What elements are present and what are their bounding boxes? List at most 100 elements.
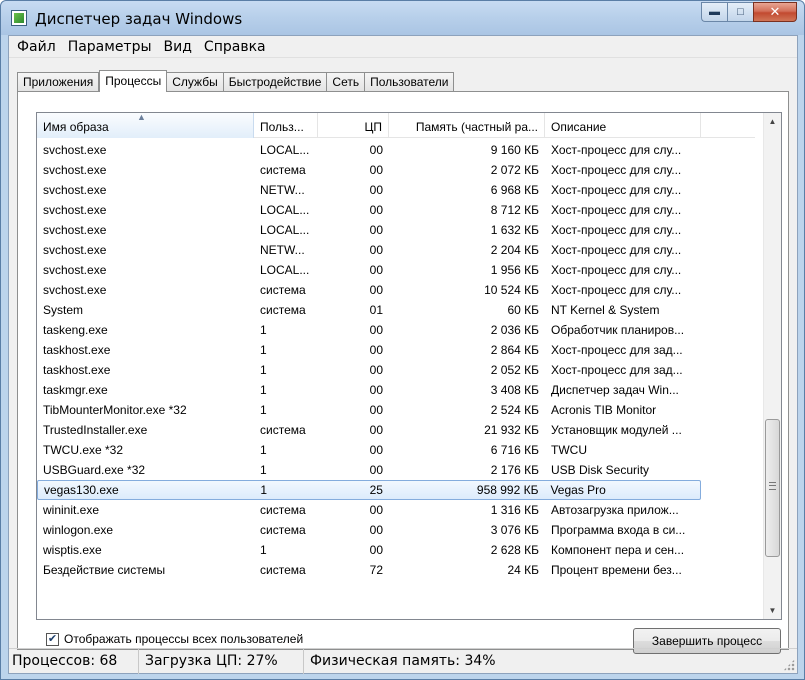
cell-cpu: 01 [369, 303, 383, 317]
table-row[interactable]: winlogon.exe система 00 3 076 КБ Программа в… [37, 520, 755, 540]
table-row[interactable]: System система 01 60 КБ NT Kernel & System [37, 300, 755, 320]
tab-performance[interactable]: Быстродействие [223, 72, 328, 92]
cell-description: Хост-процесс для зад... [551, 343, 683, 357]
table-row[interactable]: TibMounterMonitor.exe *32 1 00 2 524 КБ Acro… [37, 400, 755, 420]
cell-cpu: 00 [369, 203, 383, 217]
cell-image-name: taskhost.exe [43, 363, 111, 377]
cell-image-name: TWCU.exe *32 [43, 443, 124, 457]
window-title: Диспетчер задач Windows [35, 10, 243, 28]
table-row[interactable]: wininit.exe система 00 1 316 КБ Автозагрузка… [37, 500, 755, 520]
task-manager-window: Диспетчер задач Windows ▬ □ ✕ Файл Парам… [0, 0, 805, 680]
cell-cpu: 00 [369, 263, 383, 277]
table-row[interactable]: svchost.exe LOCAL... 00 1 632 КБ Хост-процес… [37, 220, 755, 240]
table-row[interactable]: svchost.exe LOCAL... 00 1 956 КБ Хост-процес… [37, 260, 755, 280]
table-row[interactable]: Бездействие системы система 72 24 КБ Процент… [37, 560, 755, 580]
menu-help[interactable]: Справка [198, 36, 272, 58]
table-row[interactable]: svchost.exe NETW... 00 2 204 КБ Хост-процесс… [37, 240, 755, 260]
table-row[interactable]: taskmgr.exe 1 00 3 408 КБ Диспетчер задач Wi… [37, 380, 755, 400]
table-row[interactable]: taskhost.exe 1 00 2 864 КБ Хост-процесс для … [37, 340, 755, 360]
tab-networking[interactable]: Сеть [327, 72, 366, 92]
column-header-description[interactable]: Описание [545, 113, 701, 138]
column-header-user[interactable]: Польз... [254, 113, 318, 138]
cell-cpu: 00 [369, 523, 383, 537]
client-area: Файл Параметры Вид Справка Приложения Пр… [8, 35, 798, 674]
column-header-memory[interactable]: Память (частный ра... [389, 113, 545, 138]
scrollbar-thumb[interactable] [765, 419, 780, 557]
minimize-button[interactable]: ▬ [701, 2, 727, 22]
column-header-filler [701, 113, 755, 138]
table-row[interactable]: taskeng.exe 1 00 2 036 КБ Обработчик планиро… [37, 320, 755, 340]
table-row[interactable]: USBGuard.exe *32 1 00 2 176 КБ USB Disk Secu… [37, 460, 755, 480]
cell-image-name: taskeng.exe [43, 323, 108, 337]
cell-memory: 60 КБ [507, 303, 539, 317]
menu-view[interactable]: Вид [158, 36, 198, 58]
table-row[interactable]: svchost.exe NETW... 00 6 968 КБ Хост-процесс… [37, 180, 755, 200]
cell-user: система [260, 163, 306, 177]
table-row-selected[interactable]: vegas130.exe 1 25 958 992 КБ Vegas Pro [37, 480, 701, 500]
cell-description: Хост-процесс для слу... [551, 263, 682, 277]
cell-image-name: taskmgr.exe [43, 383, 108, 397]
cell-memory: 10 524 КБ [484, 283, 539, 297]
show-all-users-option[interactable]: ✔ Отображать процессы всех пользователей [46, 632, 303, 646]
table-row[interactable]: svchost.exe LOCAL... 00 8 712 КБ Хост-процес… [37, 200, 755, 220]
cell-image-name: svchost.exe [43, 203, 107, 217]
cell-description: Обработчик планиров... [551, 323, 685, 337]
cell-user: LOCAL... [260, 203, 310, 217]
process-list[interactable]: ▲ Имя образа Польз... ЦП Память (частный… [36, 112, 782, 620]
table-row[interactable]: svchost.exe LOCAL... 00 9 160 КБ Хост-процес… [37, 140, 755, 160]
cell-description: Хост-процесс для слу... [551, 223, 682, 237]
status-bar: Процессов: 68 Загрузка ЦП: 27% Физическа… [9, 648, 797, 674]
close-button[interactable]: ✕ [753, 2, 797, 22]
cell-image-name: svchost.exe [43, 283, 107, 297]
cell-user: LOCAL... [260, 263, 310, 277]
cell-memory: 2 628 КБ [490, 543, 539, 557]
tab-applications[interactable]: Приложения [17, 72, 100, 92]
table-row[interactable]: TWCU.exe *32 1 00 6 716 КБ TWCU [37, 440, 755, 460]
cell-description: NT Kernel & System [551, 303, 660, 317]
tab-users[interactable]: Пользователи [365, 72, 455, 92]
menu-options[interactable]: Параметры [62, 36, 158, 58]
column-header-cpu[interactable]: ЦП [318, 113, 389, 138]
scroll-up-arrow-icon[interactable]: ▲ [764, 113, 781, 130]
resize-grip-icon[interactable] [783, 659, 795, 671]
table-row[interactable]: wisptis.exe 1 00 2 628 КБ Компонент пера и с… [37, 540, 755, 560]
table-row[interactable]: TrustedInstaller.exe система 00 21 932 КБ Ус… [37, 420, 755, 440]
vertical-scrollbar[interactable]: ▲ ▼ [763, 113, 781, 619]
show-all-users-label[interactable]: Отображать процессы всех пользователей [64, 632, 303, 646]
maximize-button[interactable]: □ [727, 2, 753, 22]
cell-cpu: 72 [369, 563, 383, 577]
table-row[interactable]: svchost.exe система 00 2 072 КБ Хост-процесс… [37, 160, 755, 180]
cell-cpu: 25 [369, 483, 383, 497]
show-all-users-checkbox[interactable]: ✔ [46, 632, 59, 646]
cell-image-name: svchost.exe [43, 263, 107, 277]
cell-image-name: wisptis.exe [43, 543, 102, 557]
cell-image-name: USBGuard.exe *32 [43, 463, 146, 477]
cell-memory: 9 160 КБ [490, 143, 539, 157]
title-bar[interactable]: Диспетчер задач Windows ▬ □ ✕ [1, 1, 804, 35]
cell-memory: 958 992 КБ [476, 483, 539, 497]
tab-strip: Приложения Процессы Службы Быстродействи… [17, 70, 455, 92]
status-cpu-usage: Загрузка ЦП: 27% [139, 648, 304, 674]
cell-description: Хост-процесс для слу... [551, 163, 682, 177]
cell-memory: 2 036 КБ [490, 323, 539, 337]
tab-processes[interactable]: Процессы [99, 70, 168, 92]
cell-cpu: 00 [369, 183, 383, 197]
scroll-down-arrow-icon[interactable]: ▼ [764, 602, 781, 619]
process-rows: svchost.exe LOCAL... 00 9 160 КБ Хост-процес… [37, 140, 755, 580]
cell-memory: 2 176 КБ [490, 463, 539, 477]
cell-description: Хост-процесс для зад... [551, 363, 683, 377]
cell-cpu: 00 [369, 343, 383, 357]
cell-description: Программа входа в си... [551, 523, 686, 537]
menu-file[interactable]: Файл [11, 36, 62, 58]
table-row[interactable]: taskhost.exe 1 00 2 052 КБ Хост-процесс для … [37, 360, 755, 380]
cell-memory: 6 716 КБ [490, 443, 539, 457]
cell-cpu: 00 [369, 383, 383, 397]
cell-user: система [260, 563, 306, 577]
cell-user: NETW... [260, 243, 305, 257]
tab-services[interactable]: Службы [167, 72, 224, 92]
cell-memory: 2 072 КБ [490, 163, 539, 177]
cell-cpu: 00 [369, 143, 383, 157]
cell-description: Acronis TIB Monitor [551, 403, 657, 417]
column-header-image-name[interactable]: ▲ Имя образа [37, 113, 254, 138]
table-row[interactable]: svchost.exe система 00 10 524 КБ Хост-процес… [37, 280, 755, 300]
